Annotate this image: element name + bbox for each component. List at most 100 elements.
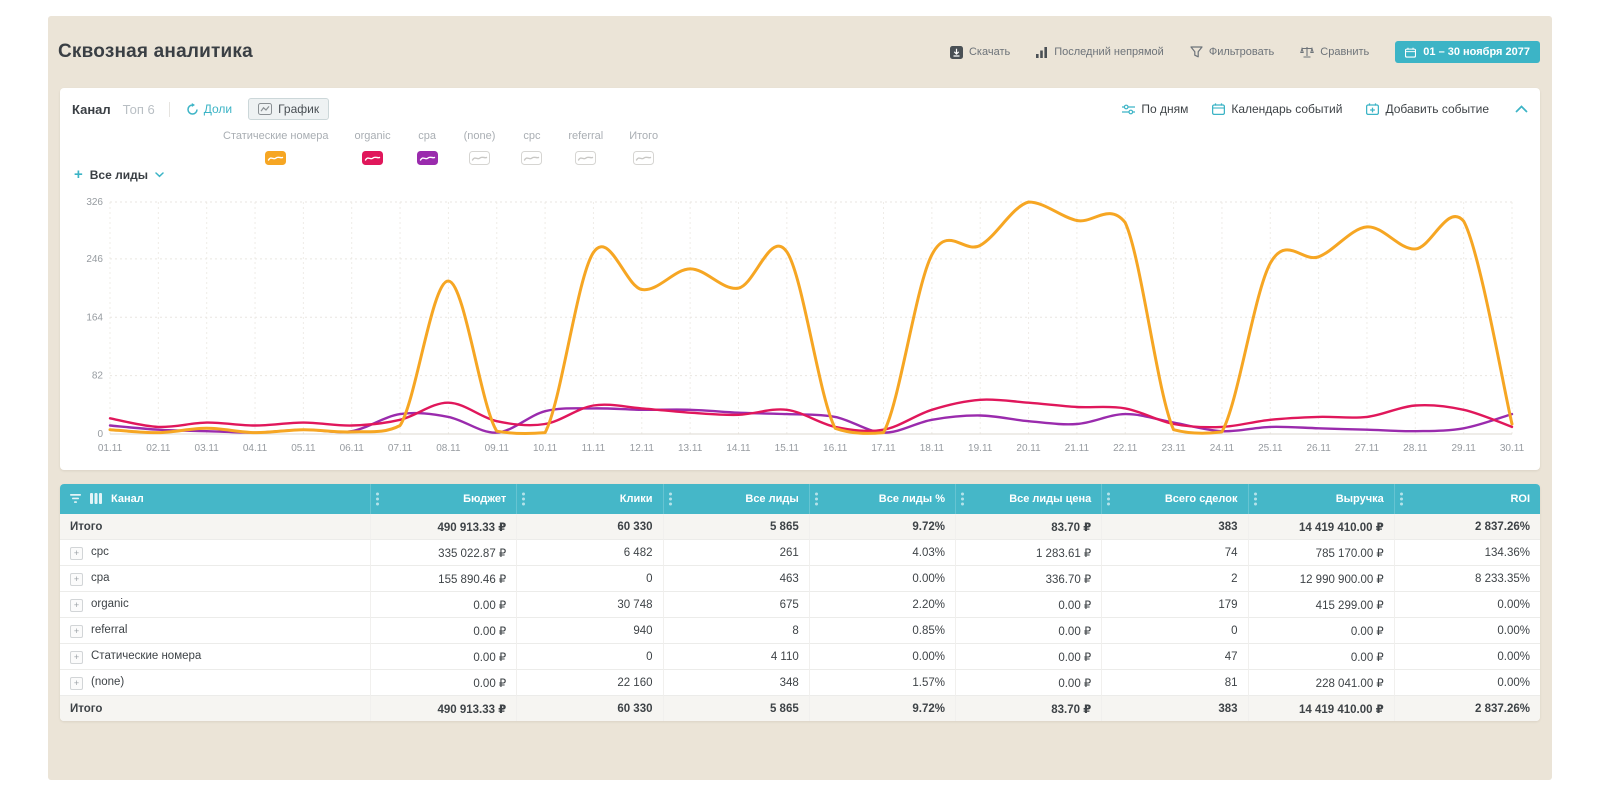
filter-button[interactable]: Фильтровать [1190, 46, 1274, 58]
value-cell: 348 [663, 670, 809, 696]
download-icon [950, 46, 963, 59]
value-cell: 12 990 900.00 ₽ [1248, 566, 1394, 592]
legend-series-toggle-icon[interactable] [521, 151, 542, 165]
value-cell: 14 419 410.00 ₽ [1248, 514, 1394, 540]
compare-button[interactable]: Сравнить [1300, 46, 1369, 58]
column-header[interactable]: Все лиды цена [955, 484, 1101, 514]
expand-row-icon[interactable]: + [70, 573, 83, 586]
channel-cell: + organic [60, 592, 370, 618]
expand-row-icon[interactable]: + [70, 651, 83, 664]
legend-channel-label: cpa [418, 130, 436, 142]
value-cell: 83.70 ₽ [955, 514, 1101, 540]
channel-label: Итого [70, 703, 102, 715]
table-row: +cpa155 890.46 ₽04630.00%336.70 ₽212 990… [60, 566, 1540, 592]
table-row: +Статические номера0.00 ₽04 1100.00%0.00… [60, 644, 1540, 670]
graph-toggle-button[interactable]: График [248, 98, 329, 120]
tab-top6[interactable]: Топ 6 [123, 102, 155, 117]
column-header[interactable]: ROI [1394, 484, 1540, 514]
legend-series-toggle-icon[interactable] [362, 151, 383, 165]
legend-column: organic [342, 130, 404, 165]
value-cell: 0 [516, 644, 662, 670]
channels-table: Канал БюджетКлики Все лиды Все лиды %Все ли… [60, 484, 1540, 721]
legend-channel-label: cpc [523, 130, 540, 142]
column-header[interactable]: Выручка [1248, 484, 1394, 514]
metric-selector[interactable]: + Все лиды [74, 167, 164, 182]
y-axis-label: 82 [92, 371, 104, 382]
column-menu-icon[interactable] [1254, 493, 1257, 506]
x-axis-label: 16.11 [823, 443, 848, 454]
legend-series-toggle-icon[interactable] [575, 151, 596, 165]
column-menu-icon[interactable] [1400, 493, 1403, 506]
channel-label: organic [91, 598, 129, 610]
x-axis-label: 11.11 [582, 443, 606, 454]
expand-row-icon[interactable]: + [70, 625, 83, 638]
sliders-icon [1122, 104, 1135, 115]
value-cell: 5 865 [663, 514, 809, 540]
column-header[interactable]: Клики [516, 484, 662, 514]
legend-series-toggle-icon[interactable] [265, 151, 286, 165]
legend-series-toggle-icon[interactable] [469, 151, 490, 165]
expand-row-icon[interactable]: + [70, 599, 83, 612]
value-cell: 0.00 ₽ [370, 670, 516, 696]
legend-channel-label: Итого [629, 130, 658, 142]
x-axis-label: 21.11 [1065, 443, 1090, 454]
legend-column: referral [555, 130, 616, 165]
column-menu-icon[interactable] [961, 493, 964, 506]
value-cell: 60 330 [516, 514, 662, 540]
column-label: Канал [111, 493, 144, 505]
calendar-icon [1405, 47, 1416, 58]
value-cell: 74 [1101, 540, 1247, 566]
value-cell: 4.03% [809, 540, 955, 566]
value-cell: 1 283.61 ₽ [955, 540, 1101, 566]
column-label: ROI [1510, 493, 1530, 505]
column-header[interactable]: Всего сделок [1101, 484, 1247, 514]
calendar-plus-icon [1366, 103, 1379, 115]
funnel-icon [1190, 46, 1203, 58]
column-label: Все лиды [745, 493, 798, 505]
value-cell: 2 837.26% [1394, 696, 1540, 721]
date-range-picker[interactable]: 01 – 30 ноября 2077 [1395, 41, 1540, 63]
legend-series-toggle-icon[interactable] [417, 151, 438, 165]
tab-channel[interactable]: Канал [72, 102, 111, 117]
column-header[interactable]: Все лиды % [809, 484, 955, 514]
download-label: Скачать [969, 46, 1010, 58]
expand-row-icon[interactable]: + [70, 677, 83, 690]
shares-button[interactable]: Доли [186, 102, 232, 116]
column-menu-icon[interactable] [376, 493, 379, 506]
x-axis-label: 09.11 [485, 443, 510, 454]
value-cell: 2.20% [809, 592, 955, 618]
column-menu-icon[interactable] [522, 493, 525, 506]
chart-controls: Канал Топ 6 Доли График По дням [60, 88, 1540, 122]
table-filter-icon[interactable] [70, 493, 82, 504]
legend-series-toggle-icon[interactable] [633, 151, 654, 165]
x-axis-label: 14.11 [726, 443, 751, 454]
page-title: Сквозная аналитика [58, 41, 253, 63]
column-menu-icon[interactable] [669, 493, 672, 506]
attribution-button[interactable]: Последний непрямой [1036, 46, 1164, 58]
total-row: Итого490 913.33 ₽60 3305 8659.72%83.70 ₽… [60, 696, 1540, 721]
channel-cell: +(none) [60, 670, 370, 696]
events-calendar-label: Календарь событий [1231, 102, 1342, 116]
channel-cell: Итого [60, 514, 370, 540]
table-row: +referral0.00 ₽94080.85%0.00 ₽00.00 ₽0.0… [60, 618, 1540, 644]
table-row: +cpc335 022.87 ₽6 4822614.03%1 283.61 ₽7… [60, 540, 1540, 566]
add-event-button[interactable]: Добавить событие [1366, 102, 1489, 116]
value-cell: 228 041.00 ₽ [1248, 670, 1394, 696]
column-header-channel[interactable]: Канал [60, 484, 370, 514]
column-header[interactable]: Все лиды [663, 484, 809, 514]
collapse-chevron-icon[interactable] [1515, 105, 1528, 113]
expand-row-icon[interactable]: + [70, 547, 83, 560]
value-cell: 0.00% [1394, 618, 1540, 644]
dashboard: Сквозная аналитика Скачать Последний неп… [48, 16, 1552, 780]
download-button[interactable]: Скачать [950, 46, 1010, 59]
column-menu-icon[interactable] [815, 493, 818, 506]
column-menu-icon[interactable] [1107, 493, 1110, 506]
add-event-label: Добавить событие [1385, 102, 1489, 116]
table-columns-icon[interactable] [90, 493, 102, 504]
value-cell: 0.00 ₽ [370, 644, 516, 670]
y-axis-label: 246 [86, 254, 103, 265]
column-header[interactable]: Бюджет [370, 484, 516, 514]
events-calendar-button[interactable]: Календарь событий [1212, 102, 1342, 116]
by-days-button[interactable]: По дням [1122, 102, 1188, 116]
add-metric-icon[interactable]: + [74, 167, 83, 182]
